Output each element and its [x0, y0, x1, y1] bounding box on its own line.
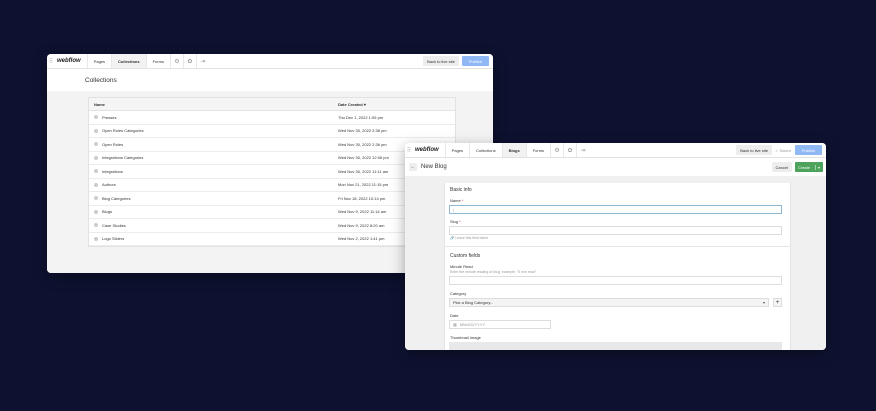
collection-icon: [94, 236, 98, 241]
gear-icon[interactable]: ⚙: [169, 54, 183, 68]
collection-icon: [94, 223, 98, 228]
table-row[interactable]: Blogs Wed Nov 9, 2022 11:14 am: [89, 206, 455, 219]
date-label: Date: [450, 313, 459, 318]
nav-collections[interactable]: Collections: [111, 54, 146, 68]
form-content: Basic info Name * | Slug * 🔗 Leave this …: [405, 176, 826, 350]
row-name: Authors: [89, 182, 338, 187]
collection-icon: [94, 128, 98, 133]
row-name: Open Roles: [89, 142, 338, 147]
add-category-button[interactable]: +: [773, 298, 782, 307]
thumbnail-label: Thumbnail Image: [450, 335, 481, 340]
settings-icon[interactable]: ✿: [182, 54, 196, 68]
nav-forms[interactable]: Forms: [525, 143, 550, 157]
table-row[interactable]: Presses Thu Dec 1, 2022 1:05 pm: [89, 111, 455, 125]
row-name: Open Roles Categories: [89, 128, 338, 133]
table-row[interactable]: Blog Categories Fri Nov 18, 2022 10:14 pm: [89, 192, 455, 206]
collection-icon: [94, 142, 98, 147]
minute-read-hint: Enter the minute reading of blog, exampl…: [450, 270, 536, 274]
webflow-logo: webflow: [57, 58, 81, 64]
row-date: Thu Dec 1, 2022 1:05 pm: [338, 114, 384, 120]
drag-handle-icon[interactable]: ⠿: [47, 58, 55, 65]
name-label: Name *: [450, 198, 464, 203]
nav-blogs[interactable]: Blogs: [501, 143, 526, 157]
thumbnail-upload[interactable]: [449, 342, 782, 350]
logout-icon[interactable]: ⇥: [195, 54, 209, 68]
calendar-icon: ▦: [453, 322, 457, 327]
item-header: ← New Blog Cancel Create ▾: [405, 158, 826, 177]
section-basic-info: Basic info: [450, 187, 472, 193]
row-name: Integrations: [89, 169, 338, 174]
cancel-button[interactable]: Cancel: [771, 162, 792, 172]
table-row[interactable]: Open Roles Wed Nov 30, 2022 2:36 pm: [89, 138, 455, 152]
slug-label: Slug *: [450, 219, 461, 224]
table-row[interactable]: Case Studies Wed Nov 9, 2022 8:20 am: [89, 219, 455, 233]
webflow-logo: webflow: [415, 147, 439, 153]
table-row[interactable]: Authors Mon Nov 21, 2022 11:15 pm: [89, 179, 455, 192]
back-to-live-site-button[interactable]: Back to live site: [736, 145, 773, 155]
category-label: Category: [450, 291, 467, 296]
table-row[interactable]: Integrations Categories Wed Nov 30, 2022 …: [89, 152, 455, 165]
settings-icon[interactable]: ✿: [563, 143, 576, 157]
publish-button[interactable]: Publish: [461, 56, 489, 66]
name-input[interactable]: |: [449, 205, 782, 214]
chevron-down-icon: ▾: [762, 300, 765, 305]
collection-icon: [94, 209, 98, 214]
gear-icon[interactable]: ⚙: [550, 143, 563, 157]
category-select[interactable]: Pick a Blog Category... ▾: [449, 298, 769, 307]
publish-button[interactable]: Publish: [794, 145, 822, 155]
column-date-header[interactable]: Date Created ▾: [338, 102, 455, 107]
new-blog-window: ⠿ webflow Pages Collections Blogs Forms …: [405, 143, 826, 350]
top-bar-2: ⠿ webflow Pages Collections Blogs Forms …: [405, 143, 826, 158]
page-title: Collections: [47, 69, 493, 92]
drag-handle-icon[interactable]: ⠿: [405, 147, 413, 154]
create-button[interactable]: Create ▾: [794, 162, 823, 172]
collection-icon: [94, 115, 98, 120]
back-arrow-icon[interactable]: ←: [409, 163, 417, 171]
minute-read-label: Minute Read: [450, 264, 473, 269]
slug-input[interactable]: [449, 226, 782, 235]
back-to-live-site-button[interactable]: Back to live site: [423, 56, 459, 66]
table-row[interactable]: Integrations Wed Nov 30, 2022 11:11 am: [89, 165, 455, 179]
row-name: Blogs: [89, 209, 338, 214]
nav-pages[interactable]: Pages: [86, 54, 111, 68]
top-bar: ⠿ webflow Pages Collections Forms ⚙ ✿ ⇥ …: [47, 54, 493, 69]
table-row[interactable]: Logo Sliders Wed Nov 2, 2022 1:41 pm: [89, 233, 455, 246]
section-custom-fields: Custom fields: [450, 253, 481, 259]
chevron-down-icon[interactable]: ▾: [814, 164, 820, 170]
row-date: Wed Nov 30, 2022 2:38 pm: [338, 128, 387, 134]
minute-read-input[interactable]: [449, 276, 782, 285]
table-header: Name Date Created ▾: [89, 98, 455, 111]
row-name: Case Studies: [89, 223, 338, 228]
sort-icon: ▾: [363, 101, 366, 107]
saved-status: ✓ Saved: [775, 147, 791, 153]
column-name-header[interactable]: Name: [89, 102, 338, 107]
item-title: New Blog: [421, 164, 447, 170]
collection-icon: [94, 182, 98, 187]
nav-collections[interactable]: Collections: [469, 143, 502, 157]
collection-icon: [94, 169, 98, 174]
nav-pages[interactable]: Pages: [444, 143, 469, 157]
row-name: Integrations Categories: [89, 155, 338, 160]
collection-icon: [94, 196, 98, 201]
blog-form: Basic info Name * | Slug * 🔗 Leave this …: [444, 183, 791, 350]
table-row[interactable]: Open Roles Categories Wed Nov 30, 2022 2:…: [89, 125, 455, 138]
row-name: Presses: [89, 115, 338, 120]
slug-hint: 🔗 Leave this field blank: [450, 236, 489, 240]
divider: [445, 246, 790, 247]
collections-table: Name Date Created ▾ Presses Thu Dec 1, 20…: [88, 97, 456, 247]
date-input[interactable]: ▦ MM/DD/YYYY: [449, 320, 551, 329]
logout-icon[interactable]: ⇥: [576, 143, 589, 157]
collection-icon: [94, 155, 98, 160]
nav-forms[interactable]: Forms: [145, 54, 170, 68]
row-name: Blog Categories: [89, 196, 338, 201]
row-name: Logo Sliders: [89, 236, 338, 241]
